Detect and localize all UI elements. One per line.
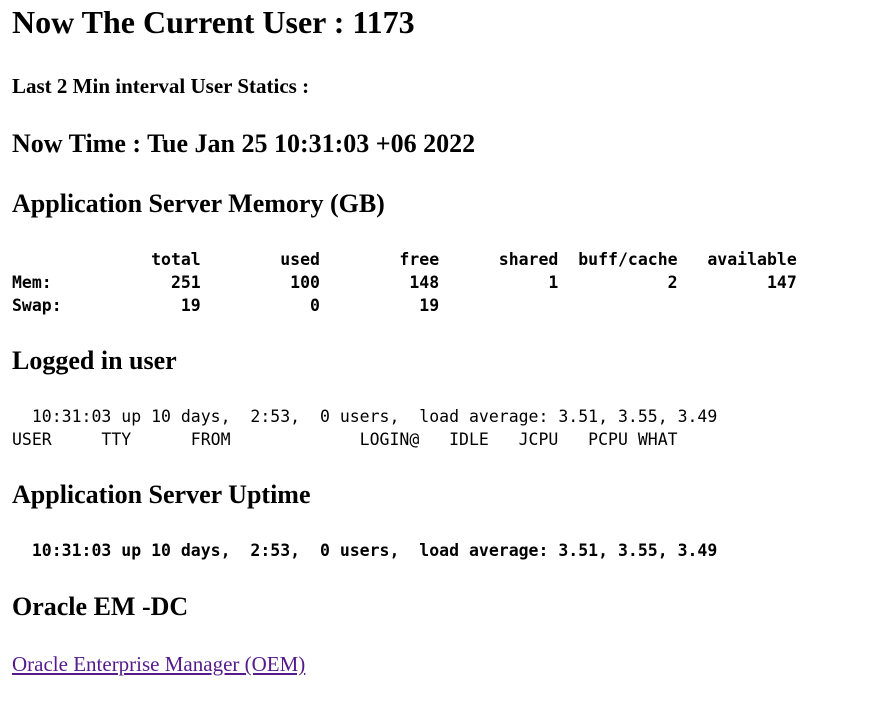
interval-stats-heading: Last 2 Min interval User Statics : <box>12 74 310 98</box>
uptime-heading: Application Server Uptime <box>12 480 311 509</box>
page: Now The Current User : 1173 Last 2 Min i… <box>0 0 884 713</box>
memory-heading: Application Server Memory (GB) <box>12 189 385 218</box>
uptime-output: 10:31:03 up 10 days, 2:53, 0 users, load… <box>12 541 718 560</box>
memory-table: total used free shared buff/cache availa… <box>12 250 797 315</box>
logged-in-output: 10:31:03 up 10 days, 2:53, 0 users, load… <box>12 407 718 449</box>
oem-link[interactable]: Oracle Enterprise Manager (OEM) <box>12 650 305 678</box>
oracle-heading: Oracle EM -DC <box>12 592 189 621</box>
logged-in-heading: Logged in user <box>12 346 177 375</box>
current-user-heading: Now The Current User : 1173 <box>12 4 415 40</box>
now-time-heading: Now Time : Tue Jan 25 10:31:03 +06 2022 <box>12 129 476 158</box>
